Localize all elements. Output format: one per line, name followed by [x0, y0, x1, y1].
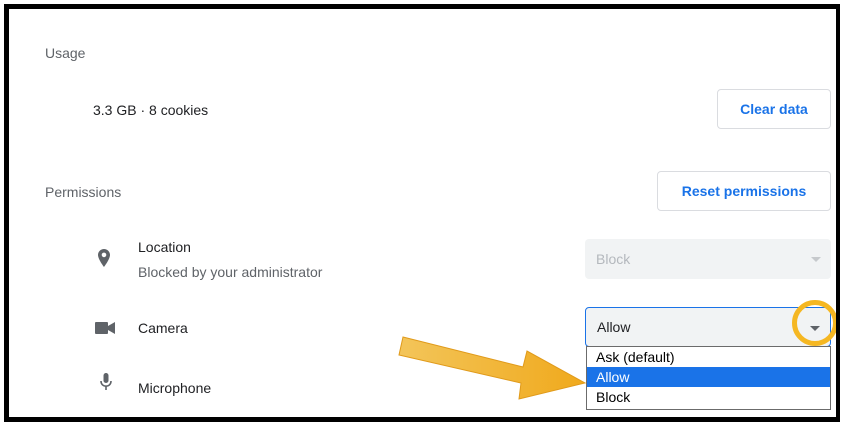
camera-label: Camera — [138, 320, 188, 336]
dropdown-option-allow[interactable]: Allow — [587, 367, 830, 387]
screenshot-frame: Usage 3.3 GB · 8 cookies Clear data Perm… — [4, 4, 840, 422]
location-subtitle: Blocked by your administrator — [138, 264, 323, 280]
chevron-down-icon — [811, 257, 821, 262]
dropdown-option-ask[interactable]: Ask (default) — [587, 347, 830, 367]
camera-permission-dropdown: Ask (default) Allow Block — [586, 346, 831, 410]
dropdown-option-block[interactable]: Block — [587, 387, 830, 407]
location-label: Location — [138, 239, 191, 255]
video-camera-icon — [95, 322, 115, 334]
reset-permissions-button[interactable]: Reset permissions — [657, 171, 831, 211]
microphone-icon — [100, 373, 112, 391]
camera-select-value: Allow — [597, 319, 631, 335]
location-select-value: Block — [596, 251, 631, 267]
microphone-label: Microphone — [138, 380, 212, 396]
location-pin-icon — [98, 249, 110, 267]
clear-data-button[interactable]: Clear data — [717, 89, 831, 129]
highlight-circle-annotation — [792, 300, 836, 346]
permissions-section-title: Permissions — [45, 184, 122, 200]
location-permission-select: Block — [585, 239, 831, 279]
usage-summary: 3.3 GB · 8 cookies — [93, 102, 209, 118]
arrow-annotation-icon — [398, 336, 587, 400]
usage-section-title: Usage — [45, 45, 86, 61]
